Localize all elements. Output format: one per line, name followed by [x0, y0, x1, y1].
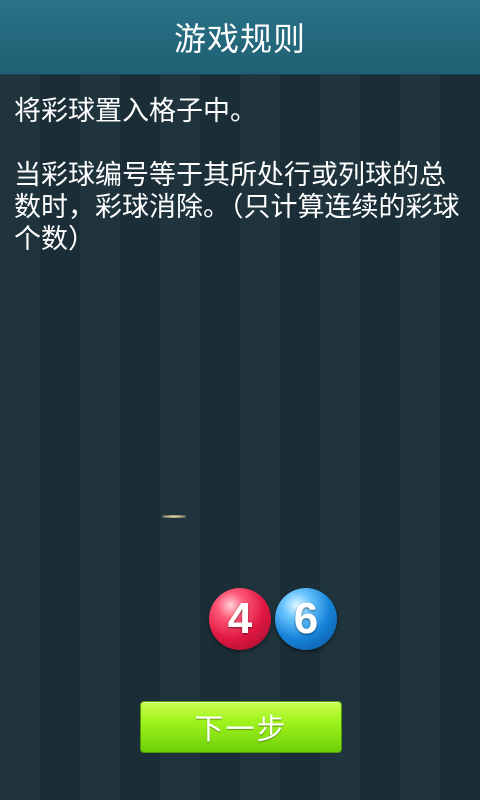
ball-number: 4	[227, 594, 253, 643]
ball-blue: 6	[275, 588, 337, 650]
next-step-button[interactable]: 下一步	[140, 701, 342, 753]
rule-line-1: 将彩球置入格子中。	[14, 96, 257, 127]
title-bar: 游戏规则	[0, 0, 480, 75]
rule-line-2: 当彩球编号等于其所处行或列球的总数时，彩球消除。（只计算连续的彩球个数）	[14, 160, 460, 255]
next-step-label: 下一步	[194, 712, 288, 746]
page-title: 游戏规则	[173, 20, 306, 58]
rule-spacer	[14, 128, 470, 160]
ball-red: 4	[209, 588, 271, 650]
sparkle-effect	[162, 515, 186, 518]
ball-number: 6	[293, 594, 319, 643]
rules-text: 将彩球置入格子中。 当彩球编号等于其所处行或列球的总数时，彩球消除。（只计算连续…	[14, 96, 470, 256]
